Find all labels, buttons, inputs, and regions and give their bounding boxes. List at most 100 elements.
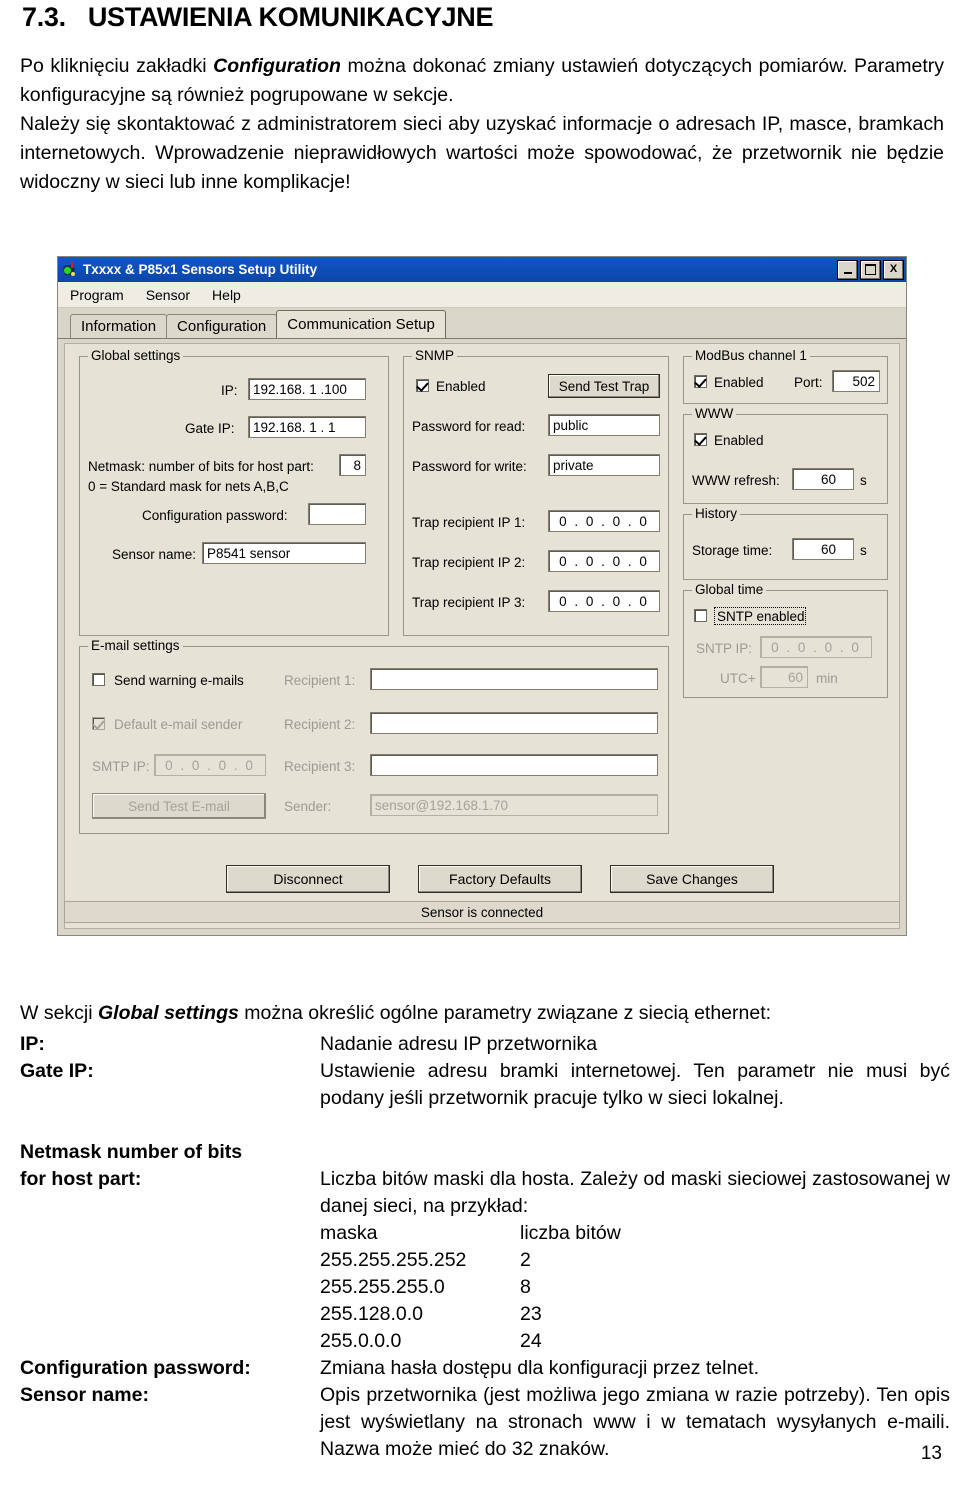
action-button-row: Disconnect Factory Defaults Save Changes bbox=[64, 865, 900, 897]
save-changes-button[interactable]: Save Changes bbox=[610, 865, 774, 893]
sntp-ip-input[interactable]: 0 . 0 . 0 . 0 bbox=[760, 636, 872, 658]
def-gate-ip: Ustawienie adresu bramki internetowej. T… bbox=[320, 1060, 950, 1109]
configuration-password-input[interactable] bbox=[308, 503, 366, 525]
tab-communication-setup[interactable]: Communication Setup bbox=[276, 310, 446, 338]
mask-table-row: 255.128.0.0 23 bbox=[20, 1301, 950, 1328]
trap-recipient-1-input[interactable]: 0 . 0 . 0 . 0 bbox=[548, 510, 660, 532]
mask-bits: 8 bbox=[520, 1276, 531, 1298]
recipient-2-input[interactable] bbox=[370, 712, 658, 734]
recipient-3-input[interactable] bbox=[370, 754, 658, 776]
menu-item-sensor[interactable]: Sensor bbox=[146, 287, 190, 303]
mask-bits: 2 bbox=[520, 1249, 531, 1271]
mask-header-bits: liczba bitów bbox=[520, 1222, 621, 1244]
www-enabled-checkbox[interactable] bbox=[694, 433, 707, 446]
ip-input[interactable]: 192.168. 1 .100 bbox=[248, 378, 366, 400]
group-global-settings: Global settings IP: 192.168. 1 .100 Gate… bbox=[79, 348, 389, 636]
configuration-password-label: Configuration password: bbox=[142, 508, 288, 523]
gate-ip-input[interactable]: 192.168. 1 . 1 bbox=[248, 416, 366, 438]
close-icon[interactable]: X bbox=[883, 259, 904, 280]
send-warning-emails-checkbox[interactable] bbox=[92, 673, 105, 686]
menu-item-program[interactable]: Program bbox=[70, 287, 124, 303]
term-sensor-name: Sensor name: bbox=[20, 1384, 149, 1406]
menu-bar: Program Sensor Help bbox=[58, 282, 906, 308]
definitions-lead: W sekcji Global settings można określić … bbox=[20, 1002, 771, 1025]
factory-defaults-button[interactable]: Factory Defaults bbox=[418, 865, 582, 893]
gate-ip-label: Gate IP: bbox=[185, 421, 235, 436]
mask-header-mask: maska bbox=[320, 1222, 378, 1244]
modbus-port-label: Port: bbox=[794, 375, 823, 390]
sensor-name-input[interactable]: P8541 sensor bbox=[202, 542, 366, 564]
sensor-name-label: Sensor name: bbox=[112, 547, 197, 562]
group-www: WWW Enabled WWW refresh: 60 s bbox=[683, 406, 888, 504]
mask-value: 255.128.0.0 bbox=[320, 1303, 424, 1325]
recipient-1-input[interactable] bbox=[370, 668, 658, 690]
storage-time-unit: s bbox=[860, 543, 867, 558]
status-bar: Sensor is connected bbox=[64, 901, 900, 923]
communication-setup-panel: Global settings IP: 192.168. 1 .100 Gate… bbox=[64, 343, 900, 929]
mask-table-header: maska liczba bitów bbox=[20, 1220, 950, 1247]
disconnect-button[interactable]: Disconnect bbox=[226, 865, 390, 893]
send-test-email-button[interactable]: Send Test E-mail bbox=[92, 793, 266, 819]
page-number: 13 bbox=[920, 1443, 942, 1464]
history-caption: History bbox=[692, 506, 741, 521]
maximize-icon[interactable] bbox=[860, 259, 881, 280]
default-email-sender-checkbox[interactable] bbox=[92, 717, 105, 730]
password-write-input[interactable]: private bbox=[548, 454, 660, 476]
definition-list: IP: Nadanie adresu IP przetwornika Gate … bbox=[20, 1031, 950, 1463]
lead-emphasis: Global settings bbox=[98, 1002, 239, 1024]
window-titlebar: Txxxx & P85x1 Sensors Setup Utility X bbox=[58, 257, 906, 282]
group-global-time: Global time SNTP enabled SNTP IP: 0 . 0 … bbox=[683, 582, 888, 698]
netmask-input[interactable]: 8 bbox=[339, 454, 366, 476]
sntp-ip-label: SNTP IP: bbox=[696, 641, 753, 656]
app-window-screenshot: Txxxx & P85x1 Sensors Setup Utility X Pr… bbox=[57, 256, 907, 936]
tab-information[interactable]: Information bbox=[70, 314, 168, 338]
smtp-ip-input[interactable]: 0 . 0 . 0 . 0 bbox=[154, 754, 266, 776]
lead-pre: W sekcji bbox=[20, 1002, 98, 1024]
term-gate-ip: Gate IP: bbox=[20, 1060, 94, 1082]
www-refresh-unit: s bbox=[860, 473, 867, 488]
def-ip: Nadanie adresu IP przetwornika bbox=[320, 1033, 598, 1055]
group-email-settings: E-mail settings Send warning e-mails Def… bbox=[79, 638, 669, 834]
send-test-trap-button[interactable]: Send Test Trap bbox=[548, 374, 660, 398]
definition-row-netmask-term-line1: Netmask number of bits bbox=[20, 1139, 950, 1166]
password-read-label: Password for read: bbox=[412, 419, 526, 434]
definition-row-gate-ip: Gate IP: Ustawienie adresu bramki intern… bbox=[20, 1058, 950, 1112]
minimize-icon[interactable] bbox=[837, 259, 858, 280]
window-controls: X bbox=[837, 259, 904, 280]
lead-post: można określić ogólne parametry związane… bbox=[238, 1002, 772, 1024]
modbus-enabled-checkbox[interactable] bbox=[694, 375, 707, 388]
mask-value: 255.255.255.252 bbox=[320, 1249, 467, 1271]
section-number: 7.3. bbox=[22, 2, 66, 32]
recipient-2-label: Recipient 2: bbox=[284, 717, 356, 732]
default-email-sender-label: Default e-mail sender bbox=[114, 717, 243, 732]
section-title: USTAWIENIA KOMUNIKACYJNE bbox=[87, 2, 494, 32]
tab-configuration[interactable]: Configuration bbox=[166, 314, 278, 338]
menu-item-help[interactable]: Help bbox=[212, 287, 241, 303]
password-read-input[interactable]: public bbox=[548, 414, 660, 436]
definition-row-netmask: for host part: Liczba bitów maski dla ho… bbox=[20, 1166, 950, 1220]
snmp-enabled-checkbox[interactable] bbox=[416, 379, 429, 392]
trap-recipient-2-input[interactable]: 0 . 0 . 0 . 0 bbox=[548, 550, 660, 572]
sender-label: Sender: bbox=[284, 799, 332, 814]
intro-paragraph-2: Należy się skontaktować z administratore… bbox=[20, 113, 944, 193]
tab-strip: Information Configuration Communication … bbox=[58, 308, 906, 339]
term-config-password: Configuration password: bbox=[20, 1357, 251, 1379]
trap-recipient-3-input[interactable]: 0 . 0 . 0 . 0 bbox=[548, 590, 660, 612]
www-caption: WWW bbox=[692, 406, 737, 421]
www-refresh-input[interactable]: 60 bbox=[792, 468, 854, 490]
snmp-caption: SNMP bbox=[412, 348, 458, 363]
modbus-port-input[interactable]: 502 bbox=[832, 370, 880, 392]
utc-offset-input[interactable]: 60 bbox=[760, 666, 808, 688]
mask-table-row: 255.255.255.0 8 bbox=[20, 1274, 950, 1301]
sntp-enabled-checkbox[interactable] bbox=[694, 609, 707, 622]
recipient-3-label: Recipient 3: bbox=[284, 759, 356, 774]
smtp-ip-label: SMTP IP: bbox=[92, 759, 150, 774]
storage-time-input[interactable]: 60 bbox=[792, 538, 854, 560]
email-settings-caption: E-mail settings bbox=[88, 638, 183, 653]
def-netmask: Liczba bitów maski dla hosta. Zależy od … bbox=[320, 1168, 950, 1217]
term-ip: IP: bbox=[20, 1033, 45, 1055]
global-settings-caption: Global settings bbox=[88, 348, 184, 363]
sender-input[interactable]: sensor@192.168.1.70 bbox=[370, 794, 658, 816]
sensor-app-icon bbox=[62, 261, 78, 278]
utc-offset-label: UTC+ bbox=[720, 671, 756, 686]
